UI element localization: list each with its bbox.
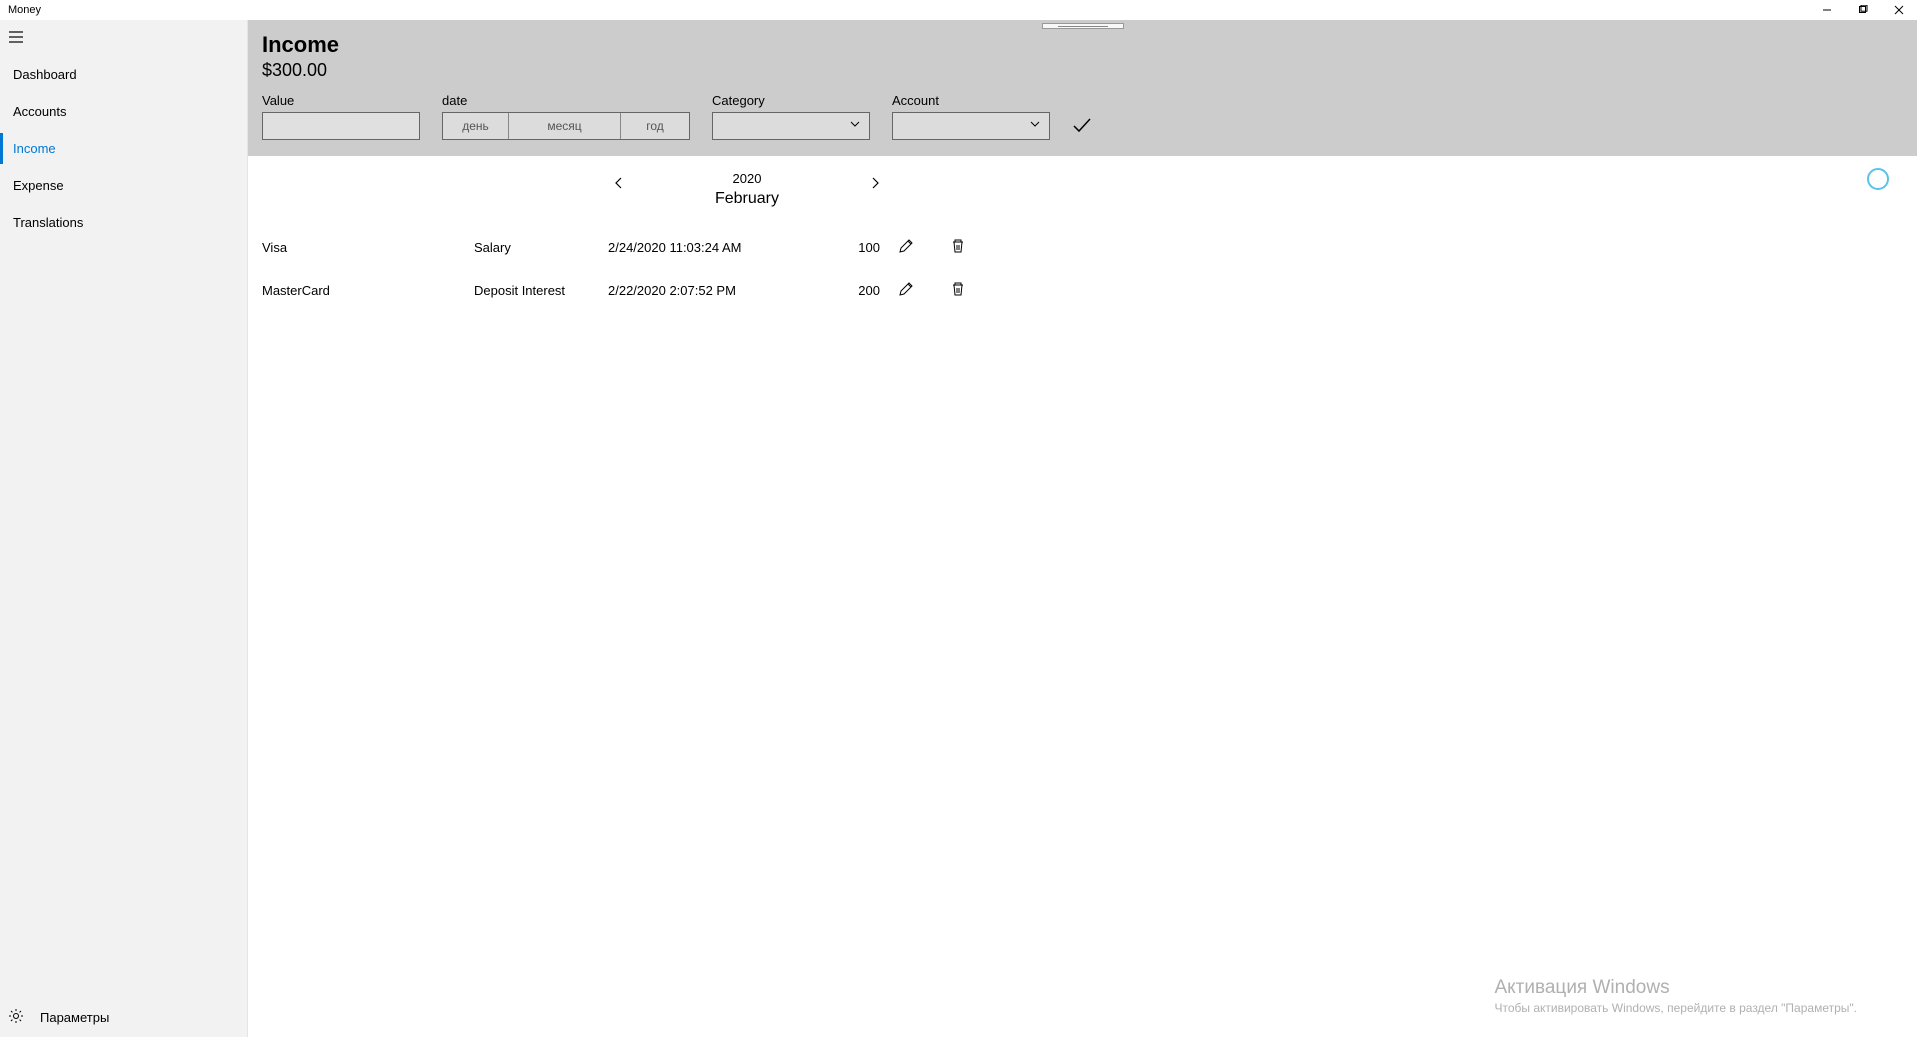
sidebar-item-accounts[interactable]: Accounts (0, 96, 247, 127)
submit-button[interactable] (1072, 117, 1092, 140)
sidebar-item-income[interactable]: Income (0, 133, 247, 164)
sidebar-item-expense[interactable]: Expense (0, 170, 247, 201)
category-group: Category (712, 93, 870, 140)
edit-button[interactable] (880, 281, 932, 300)
year-label: 2020 (715, 171, 779, 186)
sidebar-item-label: Income (13, 141, 56, 156)
nav: Dashboard Accounts Income Expense Transl… (0, 59, 247, 998)
record-date: 2/22/2020 2:07:52 PM (608, 283, 830, 298)
record-amount: 200 (830, 283, 880, 298)
record-category: Salary (474, 240, 608, 255)
close-button[interactable] (1881, 0, 1917, 20)
record-date: 2/24/2020 11:03:24 AM (608, 240, 830, 255)
value-group: Value (262, 93, 420, 140)
records-list: Visa Salary 2/24/2020 11:03:24 AM 100 (262, 226, 1903, 312)
page-total: $300.00 (262, 60, 1903, 81)
date-month-input[interactable]: месяц (509, 113, 621, 139)
record-row: Visa Salary 2/24/2020 11:03:24 AM 100 (262, 226, 1903, 269)
window-controls (1809, 0, 1917, 20)
month-nav: 2020 February (612, 166, 882, 212)
watermark-subtitle: Чтобы активировать Windows, перейдите в … (1494, 1001, 1857, 1015)
prev-month-button[interactable] (612, 176, 626, 195)
chevron-down-icon (849, 117, 861, 135)
content: 2020 February Visa Salary 2/24/2020 11:0… (248, 156, 1917, 1037)
date-day-input[interactable]: день (443, 113, 509, 139)
main: Income $300.00 Value date день месяц год (248, 20, 1917, 1037)
settings-label: Параметры (40, 1010, 109, 1025)
hamburger-button[interactable] (0, 20, 247, 59)
floating-circle-button[interactable] (1867, 168, 1889, 190)
date-label: date (442, 93, 690, 108)
next-month-button[interactable] (868, 176, 882, 195)
page-title: Income (262, 32, 1903, 58)
titlebar: Money (0, 0, 1917, 20)
month-label: February (715, 190, 779, 208)
sidebar-item-dashboard[interactable]: Dashboard (0, 59, 247, 90)
category-label: Category (712, 93, 870, 108)
trash-icon (950, 285, 966, 300)
value-label: Value (262, 93, 420, 108)
record-account: MasterCard (262, 283, 474, 298)
sidebar-item-label: Dashboard (13, 67, 77, 82)
edit-button[interactable] (880, 238, 932, 257)
pencil-icon (898, 242, 914, 257)
chevron-right-icon (868, 177, 882, 194)
sidebar-item-label: Expense (13, 178, 64, 193)
record-category: Deposit Interest (474, 283, 608, 298)
delete-button[interactable] (932, 281, 984, 300)
category-select[interactable] (712, 112, 870, 140)
windows-activation-watermark: Активация Windows Чтобы активировать Win… (1494, 977, 1857, 1015)
pencil-icon (898, 285, 914, 300)
trash-icon (950, 242, 966, 257)
header: Income $300.00 Value date день месяц год (248, 20, 1917, 156)
minimize-button[interactable] (1809, 0, 1845, 20)
record-amount: 100 (830, 240, 880, 255)
sidebar-item-translations[interactable]: Translations (0, 207, 247, 238)
account-label: Account (892, 93, 1050, 108)
date-group: date день месяц год (442, 93, 690, 140)
account-group: Account (892, 93, 1050, 140)
gear-icon (8, 1008, 24, 1027)
settings-button[interactable]: Параметры (0, 998, 247, 1037)
record-account: Visa (262, 240, 474, 255)
check-icon (1072, 120, 1092, 137)
sidebar: Dashboard Accounts Income Expense Transl… (0, 20, 248, 1037)
grab-handle[interactable] (1042, 23, 1124, 29)
form-row: Value date день месяц год Category (262, 93, 1903, 140)
date-year-input[interactable]: год (621, 113, 689, 139)
watermark-title: Активация Windows (1494, 977, 1857, 999)
record-row: MasterCard Deposit Interest 2/22/2020 2:… (262, 269, 1903, 312)
delete-button[interactable] (932, 238, 984, 257)
sidebar-item-label: Accounts (13, 104, 66, 119)
chevron-down-icon (1029, 117, 1041, 135)
sidebar-item-label: Translations (13, 215, 83, 230)
value-input[interactable] (262, 112, 420, 140)
window-title: Money (8, 4, 41, 16)
account-select[interactable] (892, 112, 1050, 140)
chevron-left-icon (612, 177, 626, 194)
maximize-button[interactable] (1845, 0, 1881, 20)
